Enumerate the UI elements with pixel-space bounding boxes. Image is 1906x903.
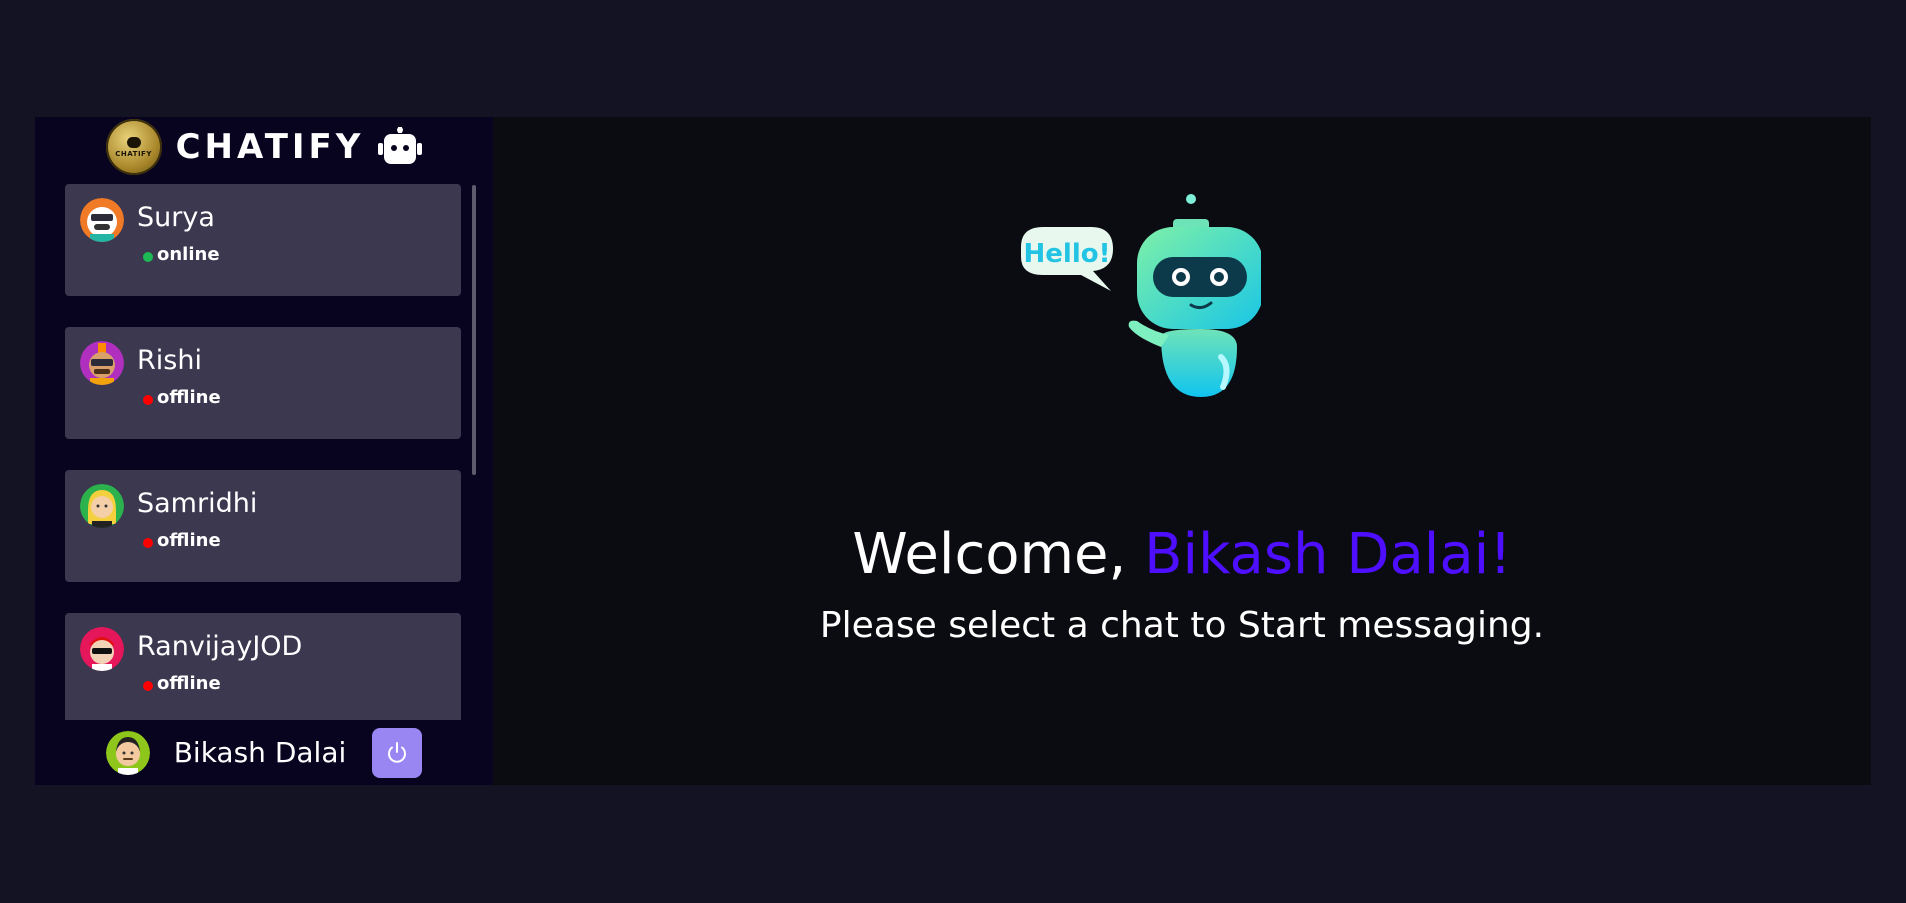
welcome-heading: Welcome, Bikash Dalai! <box>493 522 1871 587</box>
current-user-panel: Bikash Dalai <box>35 720 493 785</box>
contact-status: offline <box>143 530 221 551</box>
welcome-panel: Hello! Welcome, Bikash Dalai! Please sel… <box>493 117 1871 785</box>
contact-item-ranvijayjod[interactable]: RanvijayJOD offline <box>65 613 461 720</box>
contact-item-rishi[interactable]: Rishi offline <box>65 327 461 439</box>
contact-list-scrollbar[interactable] <box>472 185 476 475</box>
avatar <box>80 627 124 671</box>
power-icon <box>388 741 407 763</box>
welcome-subtitle: Please select a chat to Start messaging. <box>819 605 1545 646</box>
contact-status: offline <box>143 387 221 408</box>
chat-bubble-icon <box>126 136 141 148</box>
chat-app: CHATIFY CHATIFY Surya online Rishi offli… <box>35 117 1871 785</box>
brand-name: CHATIFY <box>175 127 365 167</box>
brand-logo: CHATIFY <box>105 119 162 175</box>
contact-name: Rishi <box>137 345 202 376</box>
status-text: offline <box>157 673 221 694</box>
status-text: offline <box>157 530 221 551</box>
contact-name: Surya <box>137 202 215 233</box>
robot-icon <box>378 127 423 164</box>
current-user-avatar <box>105 730 150 775</box>
status-text: offline <box>157 387 221 408</box>
avatar <box>80 341 124 385</box>
welcome-username: Bikash Dalai! <box>1144 522 1512 587</box>
logout-button[interactable] <box>372 727 423 778</box>
status-dot-icon <box>143 680 153 691</box>
contact-name: Samridhi <box>137 488 258 519</box>
contact-item-samridhi[interactable]: Samridhi offline <box>65 470 461 582</box>
contact-status: offline <box>143 673 221 694</box>
brand-logo-text: CHATIFY <box>115 149 152 158</box>
contact-item-surya[interactable]: Surya online <box>65 184 461 296</box>
avatar <box>80 198 124 242</box>
status-dot-icon <box>143 394 153 405</box>
welcome-greeting: Welcome, <box>852 522 1145 587</box>
contact-status: online <box>143 244 220 265</box>
status-text: online <box>157 244 220 265</box>
status-dot-icon <box>143 251 153 262</box>
current-user-name: Bikash Dalai <box>173 736 347 769</box>
contact-name: RanvijayJOD <box>137 631 303 662</box>
hello-robot-illustration: Hello! <box>1021 194 1261 397</box>
contact-list[interactable]: Surya online Rishi offline Samridhi offl… <box>65 184 461 720</box>
sidebar: CHATIFY CHATIFY Surya online Rishi offli… <box>35 117 493 785</box>
avatar <box>80 484 124 528</box>
brand-header: CHATIFY CHATIFY <box>35 117 493 177</box>
status-dot-icon <box>143 537 153 548</box>
hello-bubble-text: Hello! <box>1024 239 1111 269</box>
